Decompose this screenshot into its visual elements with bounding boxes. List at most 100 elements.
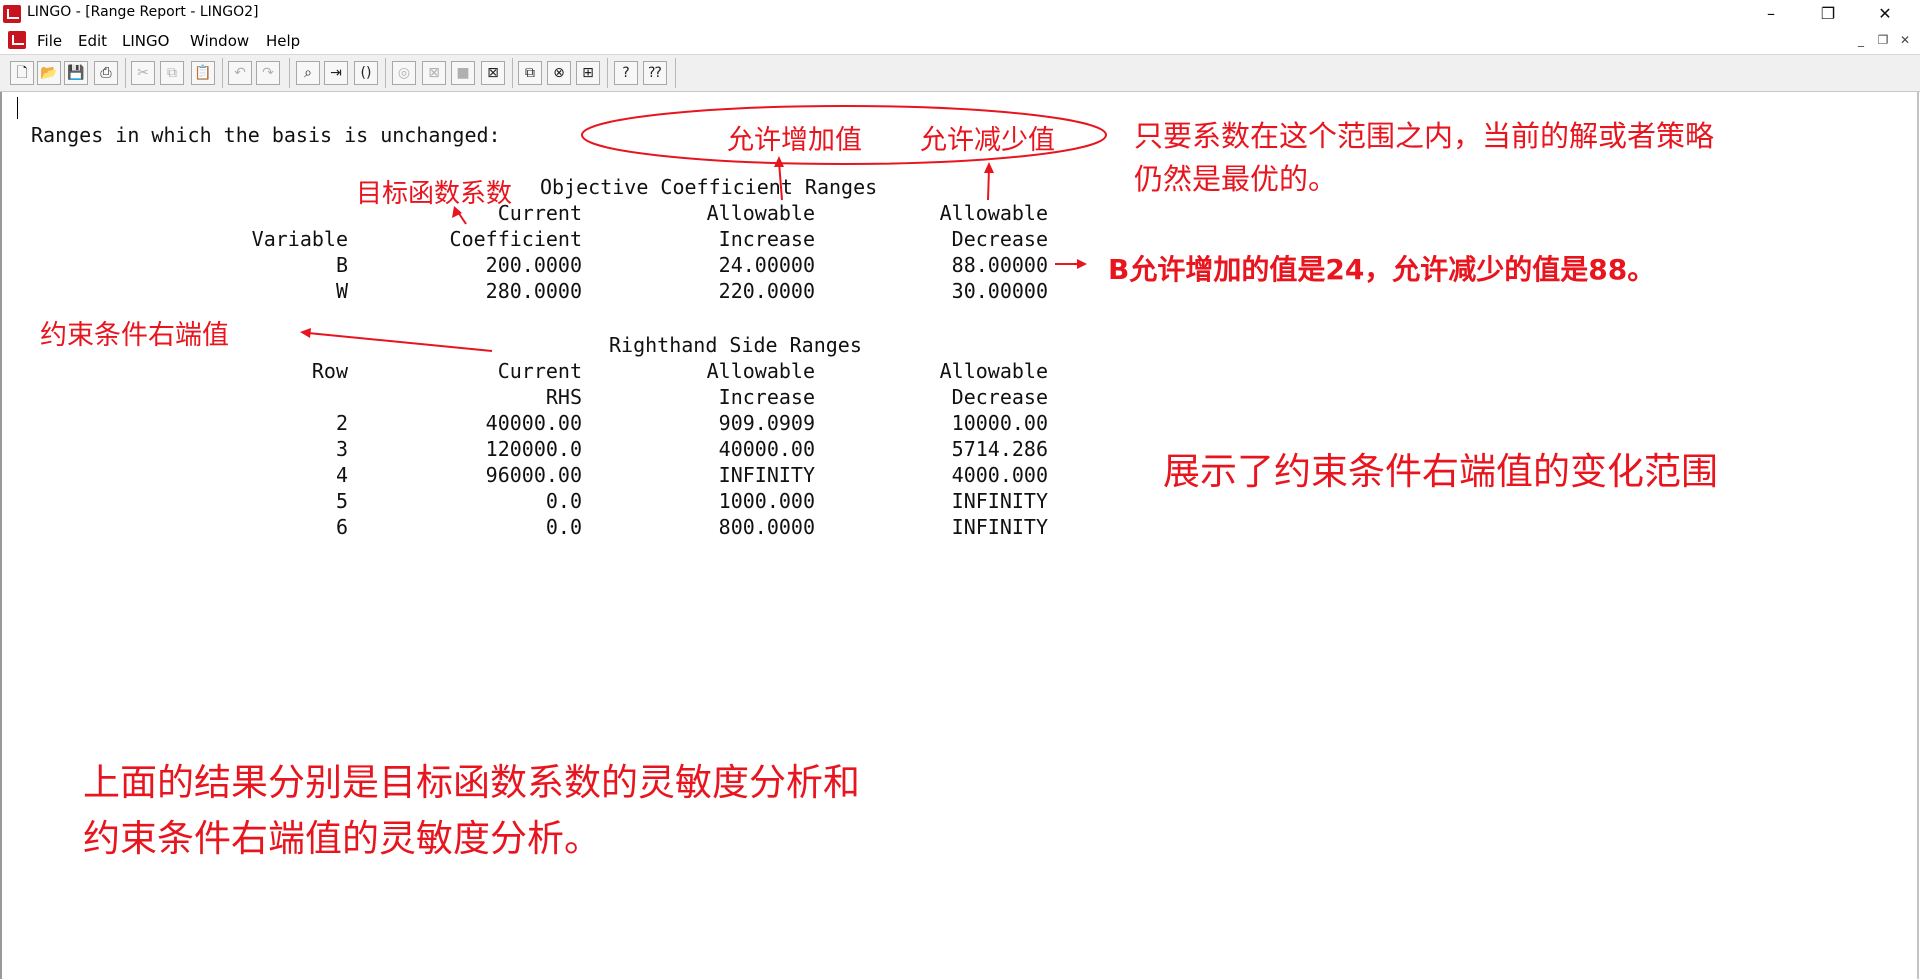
rhs-header-allowable-increase: Allowable: [706, 359, 815, 383]
table-cell: 909.0909: [718, 411, 815, 435]
rhs-header-row: Row: [311, 359, 348, 383]
table-cell: 1000.000: [718, 489, 815, 513]
print-icon[interactable]: ⎙: [94, 61, 118, 85]
new-file-icon[interactable]: 🗋: [10, 61, 34, 85]
mdi-minimize-button[interactable]: _: [1852, 32, 1870, 48]
objective-header-decrease: Decrease: [951, 227, 1048, 251]
lingo-app-icon[interactable]: [3, 5, 21, 23]
annotation-allow-increase: 允许增加值: [727, 125, 862, 156]
toolbar-separator: [675, 58, 676, 88]
close-button[interactable]: ✕: [1857, 0, 1913, 28]
table-cell: 800.0000: [718, 515, 815, 539]
menu-file[interactable]: File: [37, 32, 62, 50]
report-header: Ranges in which the basis is unchanged:: [31, 123, 501, 147]
paste-icon[interactable]: 📋: [191, 61, 215, 85]
menu-help[interactable]: Help: [266, 32, 300, 50]
tile-icon[interactable]: ⊞: [576, 61, 600, 85]
table-cell: 88.00000: [951, 253, 1048, 277]
rhs-header-decrease: Decrease: [951, 385, 1048, 409]
objective-ranges-title: Objective Coefficient Ranges: [540, 175, 878, 199]
table-cell: 4: [335, 463, 348, 487]
table-cell: 5: [335, 489, 348, 513]
table-cell: 5714.286: [951, 437, 1048, 461]
table-cell: 96000.00: [485, 463, 582, 487]
text-caret: [17, 97, 18, 119]
menu-edit[interactable]: Edit: [78, 32, 107, 50]
goto-line-icon[interactable]: ⇥: [324, 61, 348, 85]
open-file-icon[interactable]: 📂: [37, 61, 61, 85]
table-cell: INFINITY: [718, 463, 815, 487]
table-cell: INFINITY: [951, 489, 1048, 513]
annotation-allow-decrease: 允许减少值: [920, 125, 1055, 156]
toolbar-separator: [607, 58, 608, 88]
table-cell: 220.0000: [718, 279, 815, 303]
annotation-rhs-range: 展示了约束条件右端值的变化范围: [1163, 450, 1718, 493]
context-help-icon[interactable]: ⁇: [643, 61, 667, 85]
table-cell: B: [335, 253, 348, 277]
mdi-restore-button[interactable]: ❐: [1874, 32, 1892, 48]
document-border: [1917, 92, 1919, 979]
solve-icon[interactable]: ◎: [392, 61, 416, 85]
toolbar-separator: [512, 58, 513, 88]
objective-header-allowable-decrease: Allowable: [939, 201, 1048, 225]
minimize-button[interactable]: –: [1743, 0, 1799, 28]
annotation-summary-line2: 约束条件右端值的灵敏度分析。: [83, 817, 601, 860]
table-cell: 10000.00: [951, 411, 1048, 435]
solution-icon[interactable]: ⊠: [422, 61, 446, 85]
toolbar-separator: [289, 58, 290, 88]
objective-header-increase: Increase: [718, 227, 815, 251]
menu-lingo[interactable]: LINGO: [122, 32, 169, 50]
menu-window[interactable]: Window: [190, 32, 249, 50]
copy-icon[interactable]: ⧉: [160, 61, 184, 85]
table-cell: 4000.000: [951, 463, 1048, 487]
help-icon[interactable]: ?: [614, 61, 638, 85]
rhs-header-allowable-decrease: Allowable: [939, 359, 1048, 383]
table-cell: 280.0000: [485, 279, 582, 303]
table-cell: 3: [335, 437, 348, 461]
toolbar-separator: [385, 58, 386, 88]
annotation-rhs-value: 约束条件右端值: [40, 320, 229, 351]
restore-button[interactable]: ❐: [1800, 0, 1856, 28]
toolbar-separator: [125, 58, 126, 88]
annotation-optimal-range-line1: 只要系数在这个范围之内，当前的解或者策略: [1134, 119, 1715, 153]
mdi-close-button[interactable]: ✕: [1896, 32, 1914, 48]
annotation-b-note: B允许增加的值是24，允许减少的值是88。: [1108, 253, 1656, 286]
annotation-objective-coef: 目标函数系数: [356, 179, 513, 209]
rhs-header-current: Current: [497, 359, 582, 383]
matrix-picture-icon[interactable]: ■: [451, 61, 475, 85]
objective-header-variable: Variable: [251, 227, 348, 251]
rhs-ranges-title: Righthand Side Ranges: [609, 333, 862, 357]
table-cell: 0.0: [545, 515, 582, 539]
table-cell: 120000.0: [485, 437, 582, 461]
table-cell: INFINITY: [951, 515, 1048, 539]
rhs-header-increase: Increase: [718, 385, 815, 409]
table-cell: 2: [335, 411, 348, 435]
send-to-back-icon[interactable]: ⧉: [518, 61, 542, 85]
table-cell: 200.0000: [485, 253, 582, 277]
table-cell: 24.00000: [718, 253, 815, 277]
cut-icon[interactable]: ✂: [131, 61, 155, 85]
save-icon[interactable]: 💾: [64, 61, 88, 85]
title-bar: [0, 0, 1920, 29]
objective-header-coefficient: Coefficient: [449, 227, 582, 251]
annotation-optimal-range-line2: 仍然是最优的。: [1134, 162, 1338, 196]
table-cell: 6: [335, 515, 348, 539]
rhs-header-rhs: RHS: [545, 385, 582, 409]
undo-icon[interactable]: ↶: [228, 61, 252, 85]
objective-header-allowable-increase: Allowable: [706, 201, 815, 225]
find-icon[interactable]: ⌕: [296, 61, 320, 85]
table-cell: 40000.00: [718, 437, 815, 461]
table-cell: 0.0: [545, 489, 582, 513]
table-cell: W: [335, 279, 348, 303]
toolbar-separator: [222, 58, 223, 88]
window-title: LINGO - [Range Report - LINGO2]: [27, 4, 259, 20]
match-parenthesis-icon[interactable]: (): [354, 61, 378, 85]
options-icon[interactable]: ⊠: [481, 61, 505, 85]
redo-icon[interactable]: ↷: [256, 61, 280, 85]
annotation-summary-line1: 上面的结果分别是目标函数系数的灵敏度分析和: [83, 761, 860, 804]
document-border: [0, 92, 2, 979]
table-cell: 40000.00: [485, 411, 582, 435]
close-all-icon[interactable]: ⊗: [547, 61, 571, 85]
document-icon[interactable]: [8, 31, 26, 49]
table-cell: 30.00000: [951, 279, 1048, 303]
